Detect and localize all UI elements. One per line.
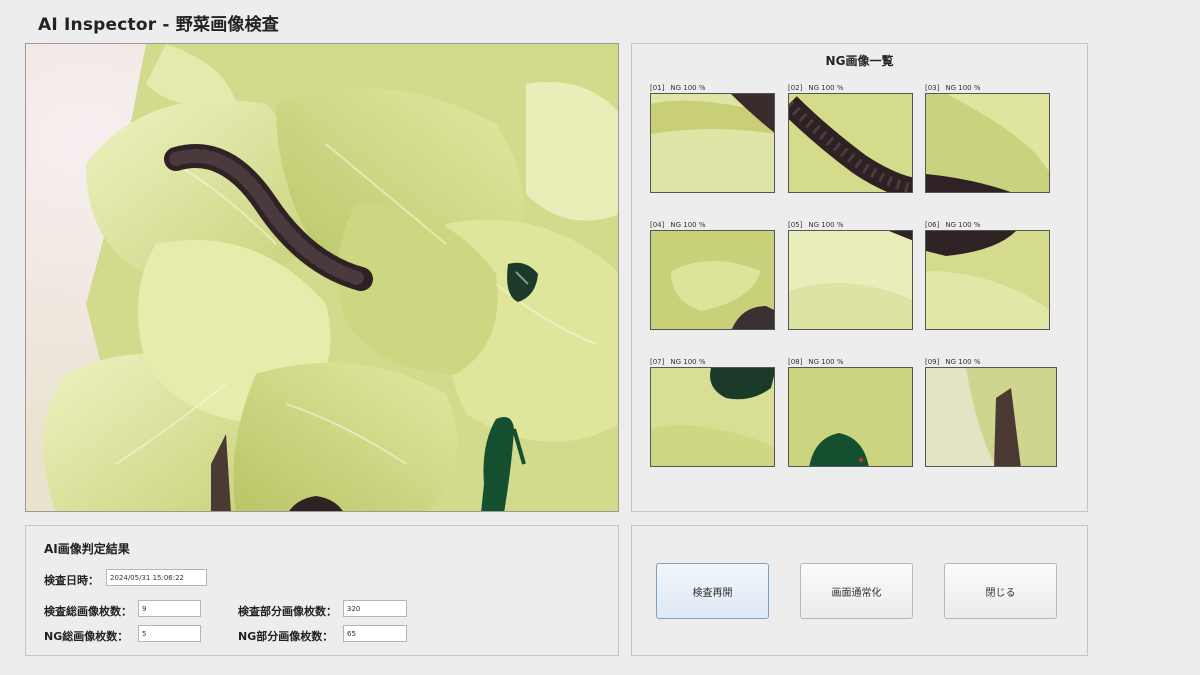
ng-thumbnail-02[interactable]: [02] NG 100 % <box>788 83 914 193</box>
thumbnail-image[interactable] <box>925 230 1050 330</box>
thumbnail-caption: [08] NG 100 % <box>788 358 844 366</box>
total-images-field[interactable] <box>138 600 201 617</box>
thumbnail-image[interactable] <box>788 93 913 193</box>
thumbnail-image[interactable] <box>925 93 1050 193</box>
ng-thumbnail-06[interactable]: [06] NG 100 % <box>925 220 1051 330</box>
main-inspection-image <box>25 43 619 512</box>
thumbnail-image[interactable] <box>650 93 775 193</box>
ng-thumbnail-03[interactable]: [03] NG 100 % <box>925 83 1051 193</box>
datetime-label: 検査日時： <box>44 574 99 587</box>
thumbnail-caption: [05] NG 100 % <box>788 221 844 229</box>
restart-inspection-button[interactable]: 検査再開 <box>656 563 769 619</box>
ng-thumbnail-05[interactable]: [05] NG 100 % <box>788 220 914 330</box>
thumbnail-caption: [03] NG 100 % <box>925 84 981 92</box>
thumbnail-image[interactable] <box>788 367 913 467</box>
action-button-panel: 検査再開 画面通常化 閉じる <box>631 525 1088 656</box>
thumbnail-caption: [07] NG 100 % <box>650 358 706 366</box>
ng-panel-title: NG画像一覧 <box>825 54 894 68</box>
thumbnail-caption: [01] NG 100 % <box>650 84 706 92</box>
normalize-screen-button[interactable]: 画面通常化 <box>800 563 913 619</box>
thumbnail-image[interactable] <box>788 230 913 330</box>
ng-image-list-panel: NG画像一覧 [01] NG 100 % [02] NG 100 % [03] NG … <box>631 43 1088 512</box>
ng-thumbnail-04[interactable]: [04] NG 100 % <box>650 220 776 330</box>
ng-total-field[interactable] <box>138 625 201 642</box>
parts-label: 検査部分画像枚数： <box>238 605 337 618</box>
thumbnail-image[interactable] <box>650 230 775 330</box>
ng-total-label: NG総画像枚数： <box>44 630 129 643</box>
thumbnail-caption: [09] NG 100 % <box>925 358 981 366</box>
parts-field[interactable] <box>343 600 407 617</box>
ng-thumbnail-09[interactable]: [09] NG 100 % <box>925 357 1057 467</box>
app-title: AI Inspector - 野菜画像検査 <box>38 15 280 35</box>
thumbnail-caption: [04] NG 100 % <box>650 221 706 229</box>
close-button[interactable]: 閉じる <box>944 563 1057 619</box>
total-images-label: 検査総画像枚数： <box>44 605 132 618</box>
ng-thumbnail-01[interactable]: [01] NG 100 % <box>650 83 776 193</box>
thumbnail-caption: [02] NG 100 % <box>788 84 844 92</box>
thumbnail-image[interactable] <box>925 367 1057 467</box>
ai-result-panel: AI画像判定結果 検査日時： 検査総画像枚数： NG総画像枚数： 検査部分画像枚… <box>25 525 619 656</box>
result-title: AI画像判定結果 <box>44 542 130 556</box>
ng-thumbnail-07[interactable]: [07] NG 100 % <box>650 357 776 467</box>
datetime-field[interactable] <box>106 569 207 586</box>
ng-parts-label: NG部分画像枚数： <box>238 630 334 643</box>
thumbnail-image[interactable] <box>650 367 775 467</box>
ng-thumbnail-08[interactable]: [08] NG 100 % <box>788 357 914 467</box>
thumbnail-caption: [06] NG 100 % <box>925 221 981 229</box>
ng-parts-field[interactable] <box>343 625 407 642</box>
